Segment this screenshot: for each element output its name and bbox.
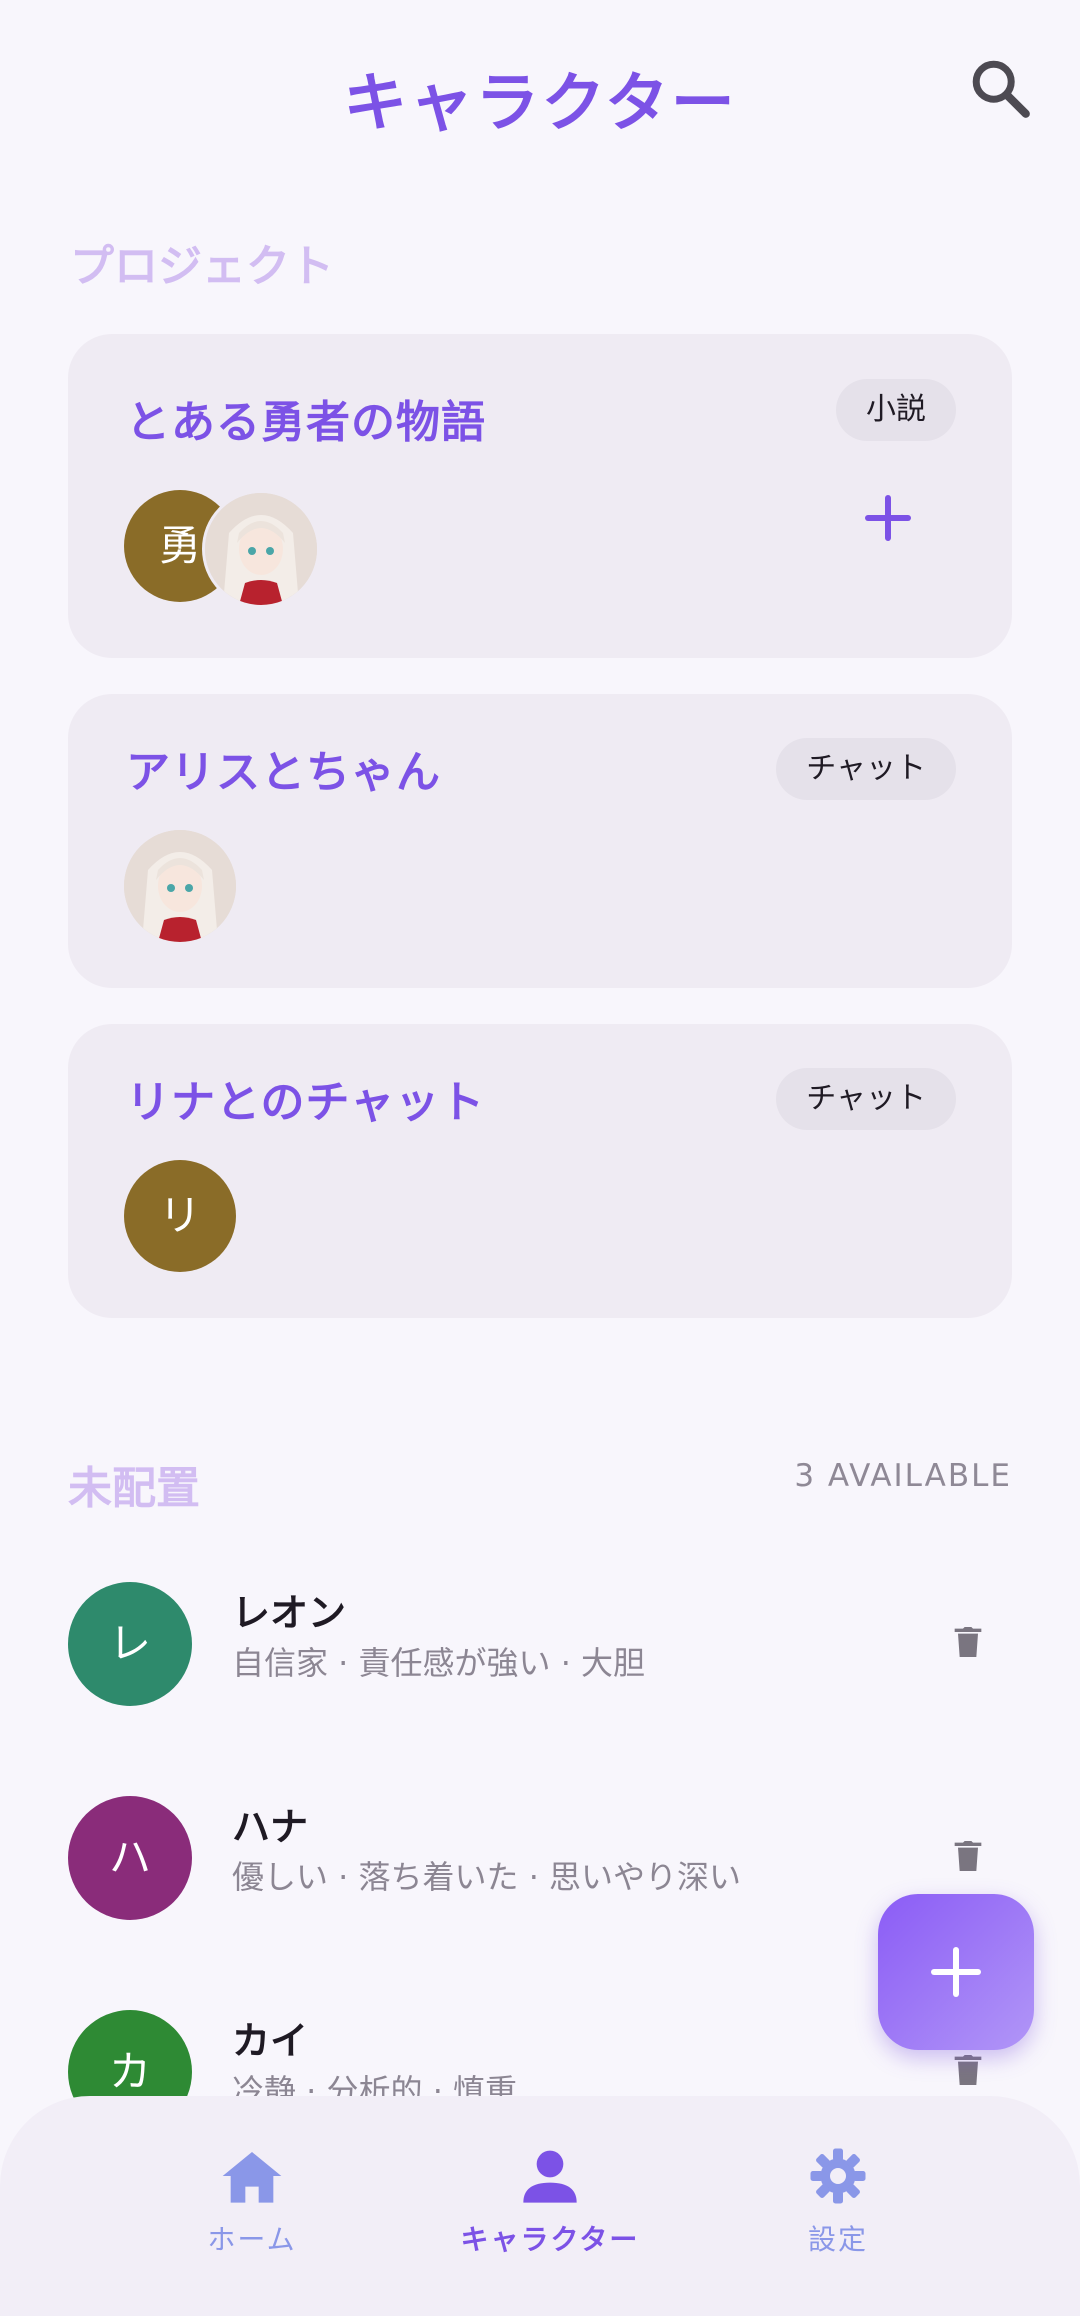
plus-icon [931, 1947, 981, 1997]
avatar: ハ [68, 1796, 192, 1920]
anime-portrait-icon [124, 830, 236, 942]
avatar[interactable]: リ [124, 1160, 236, 1272]
search-icon [972, 60, 1030, 118]
person-icon [523, 2150, 577, 2203]
avatar-photo[interactable] [124, 830, 236, 942]
projects-section-label: プロジェクト [70, 241, 334, 292]
project-title: リナとのチャット [126, 1077, 486, 1128]
add-character-fab[interactable] [878, 1894, 1034, 2050]
trash-icon [954, 2055, 982, 2085]
trash-icon [954, 1841, 982, 1871]
character-traits: 自信家 · 責任感が強い · 大胆 [232, 1644, 646, 1682]
character-row[interactable]: ハ ハナ 優しい · 落ち着いた · 思いやり深い [68, 1786, 1012, 1926]
nav-label: 設定 [807, 2223, 868, 2256]
project-card[interactable]: とある勇者の物語 小説 勇 [68, 334, 1012, 658]
nav-item-characters[interactable]: キャラクター [420, 2146, 680, 2258]
delete-button[interactable] [948, 1836, 988, 1876]
project-type-badge: 小説 [836, 379, 956, 441]
nav-label: キャラクター [460, 2223, 640, 2256]
gear-icon [810, 2148, 866, 2204]
project-type-badge: チャット [776, 738, 956, 800]
page-title: キャラクター [343, 67, 737, 141]
project-title: とある勇者の物語 [126, 397, 486, 448]
bottom-navigation: ホーム キャラクター 設定 [0, 2096, 1080, 2316]
trash-icon [954, 1627, 982, 1657]
project-card[interactable]: アリスとちゃん チャット [68, 694, 1012, 988]
plus-icon [865, 495, 911, 541]
search-button[interactable] [966, 54, 1036, 124]
character-name: レオン [232, 1591, 347, 1635]
add-character-button[interactable] [852, 482, 924, 554]
delete-button[interactable] [948, 2050, 988, 2090]
app-header: キャラクター [0, 0, 1080, 180]
nav-item-home[interactable]: ホーム [122, 2146, 382, 2258]
nav-label: ホーム [207, 2223, 297, 2256]
project-title: アリスとちゃん [126, 747, 441, 798]
character-name: カイ [232, 2019, 309, 2063]
project-card[interactable]: リナとのチャット チャット リ [68, 1024, 1012, 1318]
available-count: 3 AVAILABLE [794, 1458, 1012, 1494]
project-type-badge: チャット [776, 1068, 956, 1130]
character-traits: 優しい · 落ち着いた · 思いやり深い [232, 1858, 742, 1896]
unassigned-section-label: 未配置 [68, 1463, 200, 1514]
character-row[interactable]: レ レオン 自信家 · 責任感が強い · 大胆 [68, 1572, 1012, 1712]
anime-portrait-icon [205, 493, 317, 605]
avatar: レ [68, 1582, 192, 1706]
avatar-photo[interactable] [202, 490, 320, 608]
home-icon [222, 2152, 282, 2203]
character-name: ハナ [232, 1805, 309, 1849]
nav-item-settings[interactable]: 設定 [708, 2146, 968, 2258]
delete-button[interactable] [948, 1622, 988, 1662]
